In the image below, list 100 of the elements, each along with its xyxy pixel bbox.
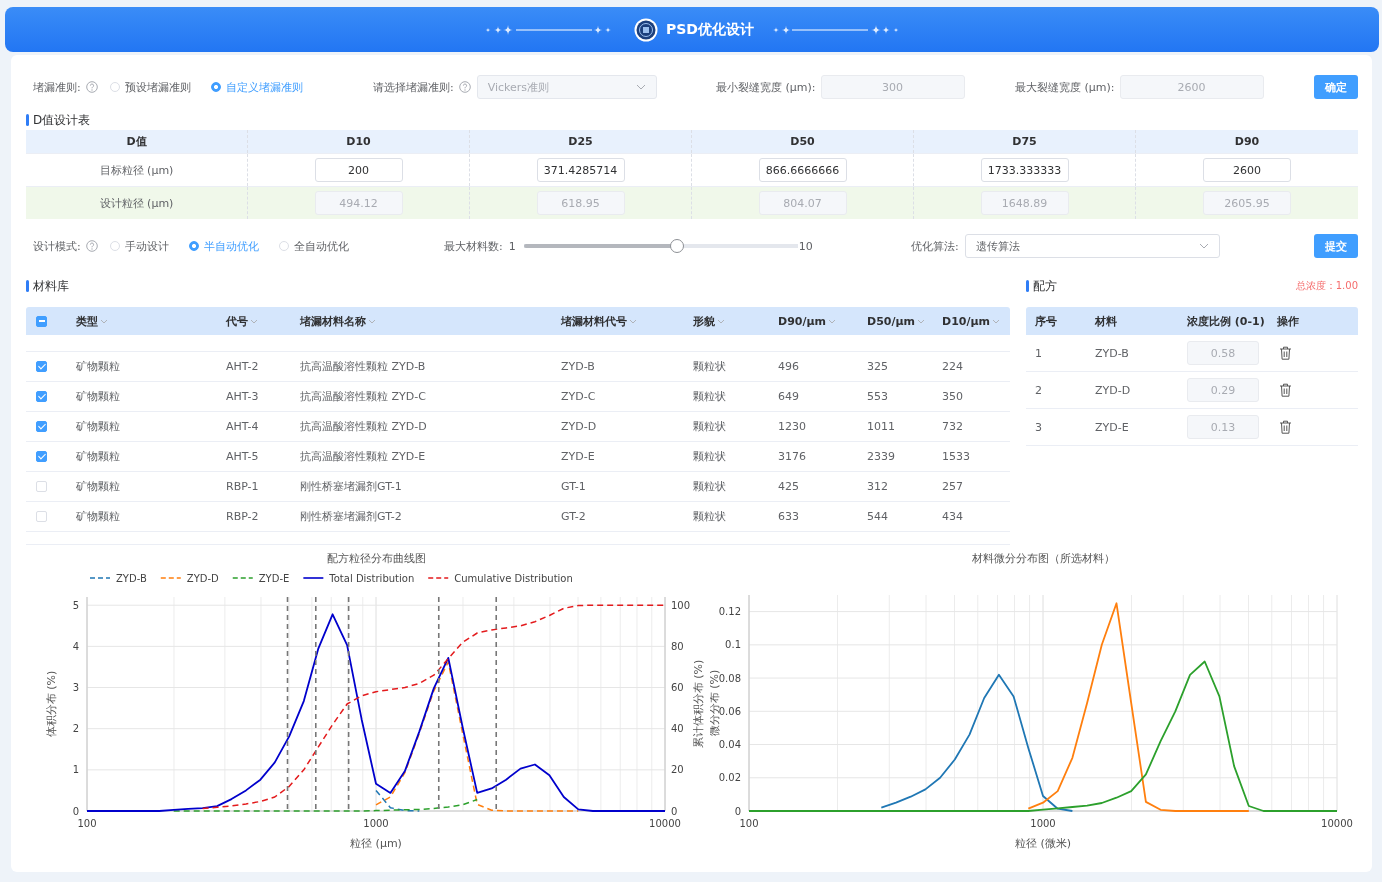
field-label: 设计模式:	[33, 238, 81, 254]
help-icon[interactable]	[458, 81, 471, 93]
column-header: 堵漏材料名称	[300, 313, 366, 329]
tick-label: 2	[72, 723, 79, 735]
sort-caret-icon[interactable]	[100, 318, 108, 324]
sort-caret-icon[interactable]	[917, 318, 925, 324]
sort-caret-icon[interactable]	[717, 318, 725, 324]
table-cell: 1	[1035, 346, 1042, 360]
table-cell: 553	[867, 390, 888, 403]
checkbox[interactable]	[36, 391, 47, 402]
legend-label: ZYD-E	[258, 572, 290, 584]
trash-icon[interactable]	[1279, 346, 1292, 360]
legend-label: ZYD-B	[116, 572, 147, 584]
help-icon[interactable]	[85, 81, 98, 93]
tick-label: 80	[671, 640, 684, 652]
input-field[interactable]: 866.6666666	[758, 158, 847, 182]
trash-icon[interactable]	[1279, 420, 1292, 434]
table-cell: 3	[1035, 420, 1042, 434]
table-cell: 抗高温酸溶性颗粒 ZYD-D	[300, 419, 427, 434]
column-header: D75	[1012, 135, 1037, 148]
row-label: 设计粒径 (μm)	[99, 195, 174, 211]
legend-label: ZYD-D	[186, 572, 220, 584]
table-cell: 颗粒状	[693, 359, 726, 374]
column-header: D10/μm	[942, 314, 990, 328]
slider-thumb[interactable]	[670, 239, 685, 253]
section-title: D值设计表	[33, 111, 91, 129]
table-cell: 325	[867, 360, 888, 373]
slider-max-label: 10	[798, 239, 813, 253]
help-icon[interactable]	[85, 240, 98, 252]
submit-button[interactable]: 提交	[1314, 234, 1358, 258]
radio-option[interactable]: 自定义堵漏准则	[210, 79, 303, 95]
field-label: 请选择堵漏准则:	[373, 79, 454, 95]
sort-caret-icon[interactable]	[629, 318, 637, 324]
table-cell: 颗粒状	[693, 389, 726, 404]
sort-caret-icon[interactable]	[992, 318, 1000, 324]
chevron-down-icon	[635, 84, 646, 90]
table-cell: 1230	[778, 420, 806, 433]
column-header: D25	[568, 135, 593, 148]
input-field[interactable]: 200	[314, 158, 403, 182]
tick-label: 1000	[363, 818, 389, 829]
input-field[interactable]: 1733.333333	[980, 158, 1069, 182]
table-cell: 矿物颗粒	[76, 449, 120, 464]
axis-title: 体积分布 (%)	[45, 670, 58, 738]
table-cell: ZYD-C	[561, 390, 596, 403]
table-cell: ZYD-D	[1095, 383, 1131, 397]
trash-icon[interactable]	[1279, 383, 1292, 397]
table-cell: 649	[778, 390, 799, 403]
column-header: 类型	[76, 313, 98, 329]
logo-icon	[634, 17, 658, 42]
chart-title: 配方粒径分布曲线图	[326, 552, 426, 565]
table-cell: ZYD-D	[561, 420, 597, 433]
field-label: 优化算法:	[911, 238, 959, 254]
checkbox[interactable]	[36, 451, 47, 462]
column-header: D10	[346, 135, 371, 148]
radio-option[interactable]: 半自动优化	[188, 238, 259, 254]
total-concentration: 总浓度：1.00	[1295, 279, 1358, 293]
sort-caret-icon[interactable]	[250, 318, 258, 324]
section-title: 材料库	[33, 277, 69, 295]
field-label: 最大材料数:	[444, 238, 503, 254]
checkbox[interactable]	[36, 421, 47, 432]
confirm-button[interactable]: 确定	[1314, 75, 1358, 99]
table-cell: 刚性桥塞堵漏剂GT-1	[300, 479, 402, 494]
table-cell: ZYD-B	[561, 360, 595, 373]
table-cell: GT-2	[561, 510, 586, 523]
table-cell: 633	[778, 510, 799, 523]
radio-option[interactable]: 全自动优化	[278, 238, 349, 254]
table-cell: GT-1	[561, 480, 586, 493]
sort-caret-icon[interactable]	[828, 318, 836, 324]
column-header: 堵漏材料代号	[561, 313, 627, 329]
axis-title: 累计体积分布 (%)	[692, 659, 705, 749]
column-header: 浓度比例 (0-1)	[1187, 313, 1265, 329]
checkbox[interactable]	[36, 315, 47, 327]
table-cell: ZYD-B	[1095, 346, 1129, 360]
table-cell: AHT-5	[226, 450, 259, 463]
legend-item: Total Distribution	[302, 572, 415, 584]
radio-option[interactable]: 预设堵漏准则	[109, 79, 191, 95]
row-label: 目标粒径 (μm)	[99, 162, 174, 178]
column-header: D值	[126, 134, 147, 149]
input-field[interactable]: 371.4285714	[536, 158, 625, 182]
page-title: PSD优化设计	[666, 20, 754, 39]
axis-title: 粒径 (μm)	[350, 837, 402, 850]
tick-label: 1	[72, 764, 79, 776]
chart-title: 材料微分分布图（所选材料）	[971, 552, 1115, 565]
dropdown[interactable]: 遗传算法	[964, 234, 1220, 258]
column-header: 序号	[1035, 313, 1057, 329]
table-cell: 颗粒状	[693, 479, 726, 494]
column-header: 操作	[1277, 313, 1299, 329]
table-cell: RBP-2	[226, 510, 259, 523]
radio-option[interactable]: 手动设计	[109, 238, 169, 254]
input-field[interactable]: 2600	[1203, 158, 1291, 182]
table-cell: 颗粒状	[693, 509, 726, 524]
table-cell: 312	[867, 480, 888, 493]
checkbox[interactable]	[36, 361, 47, 372]
table-cell: AHT-4	[226, 420, 259, 433]
sort-caret-icon[interactable]	[368, 318, 376, 324]
tick-label: 0	[671, 805, 678, 817]
table-cell: RBP-1	[226, 480, 259, 493]
column-header: D50	[790, 135, 815, 148]
table-cell: ZYD-E	[1095, 420, 1129, 434]
tick-label: 100	[739, 818, 759, 829]
